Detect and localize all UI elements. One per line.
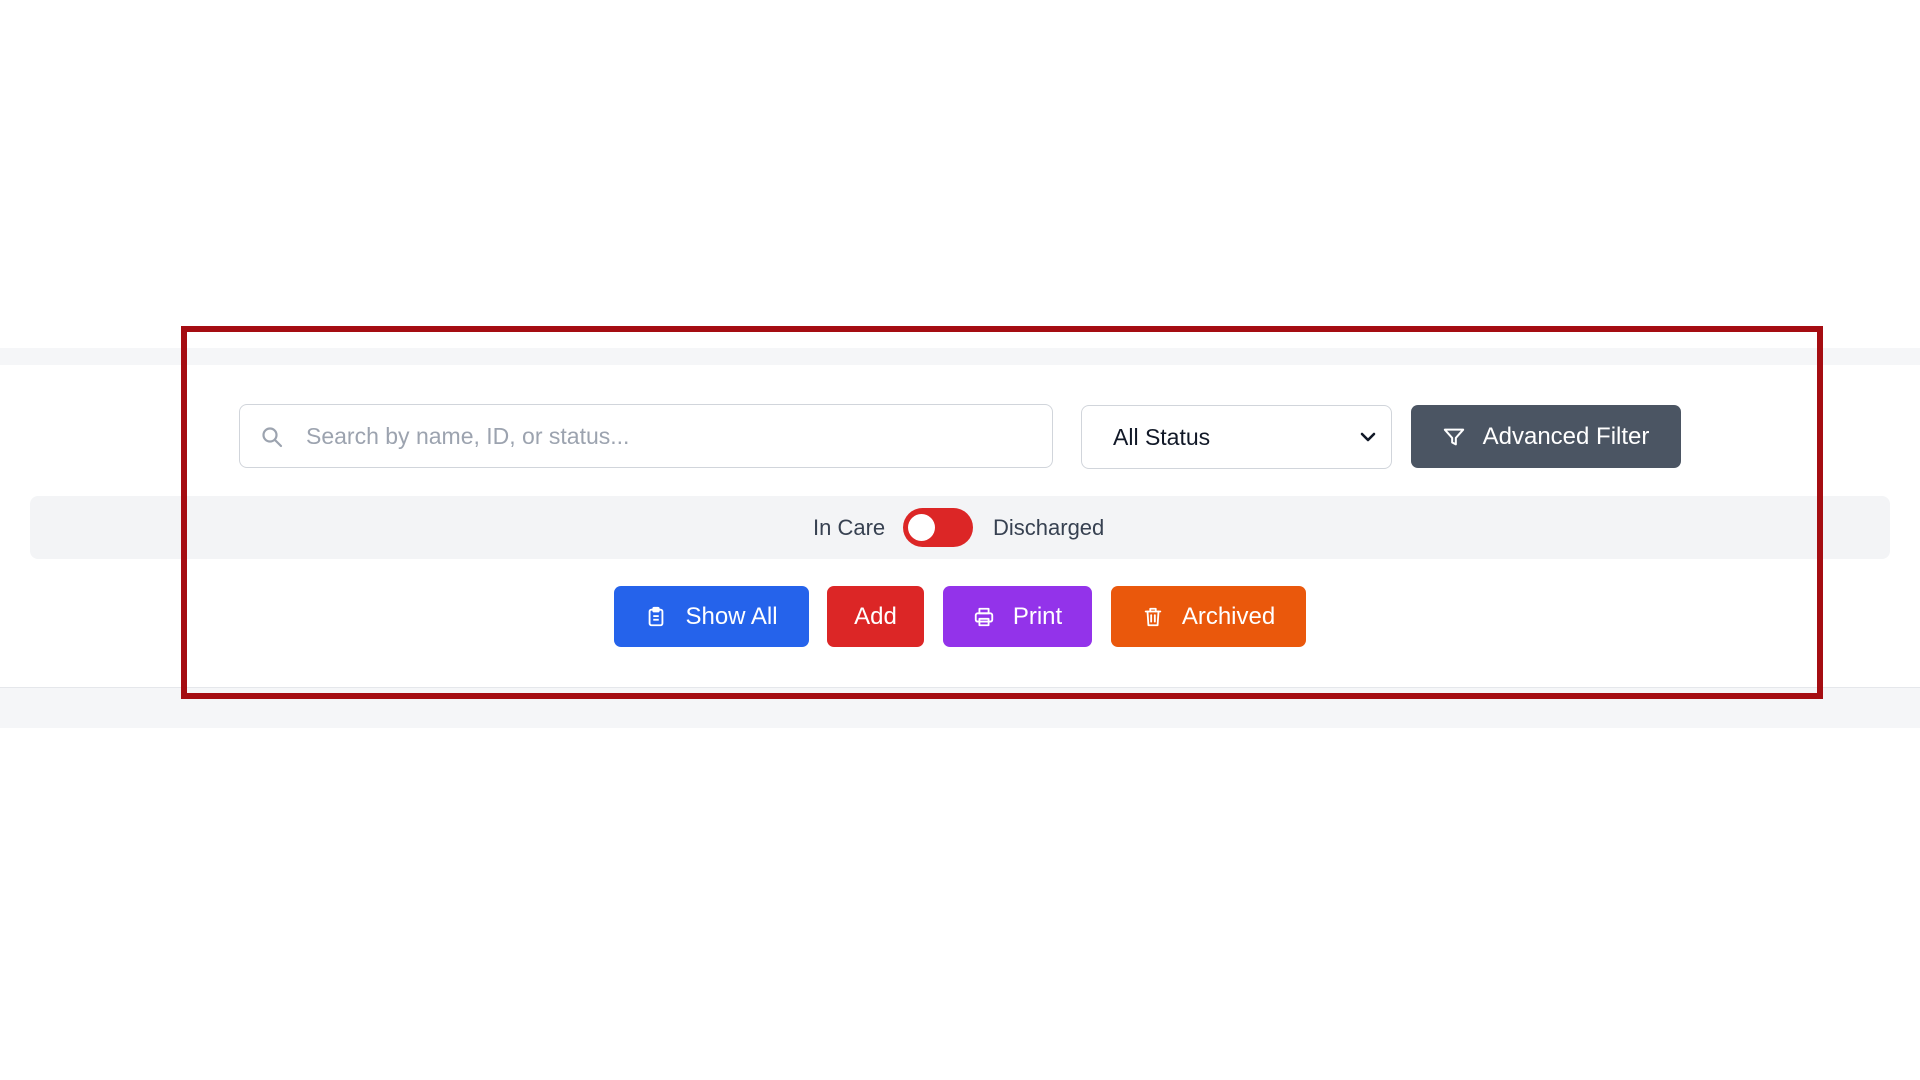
discharged-label: Discharged [993, 515, 1105, 540]
printer-icon [974, 607, 993, 626]
page-footer-strip [0, 687, 1920, 728]
print-label: Print [1012, 602, 1063, 630]
print-button[interactable]: Print [943, 586, 1092, 647]
search-input[interactable] [304, 405, 1038, 468]
chevron-down-icon [1360, 432, 1376, 442]
advanced-filter-button[interactable]: Advanced Filter [1411, 405, 1681, 468]
archived-label: Archived [1181, 602, 1276, 630]
archived-button[interactable]: Archived [1111, 586, 1306, 647]
page-background-strip [0, 348, 1920, 365]
care-status-toggle[interactable] [903, 508, 973, 547]
filter-icon [1443, 428, 1464, 445]
in-care-label: In Care [813, 515, 886, 540]
trash-icon [1144, 607, 1162, 626]
advanced-filter-label: Advanced Filter [1482, 422, 1650, 450]
search-field[interactable] [239, 404, 1053, 468]
add-label: Add [854, 602, 897, 630]
toggle-knob [908, 514, 935, 541]
page: All Status Advanced Filter In Care Disch… [0, 0, 1920, 1080]
clipboard-icon [649, 606, 664, 626]
status-select[interactable]: All Status [1081, 405, 1392, 469]
status-select-value: All Status [1113, 424, 1211, 450]
search-icon [262, 427, 283, 448]
show-all-label: Show All [685, 602, 778, 630]
show-all-button[interactable]: Show All [614, 586, 809, 647]
add-button[interactable]: Add [827, 586, 924, 647]
